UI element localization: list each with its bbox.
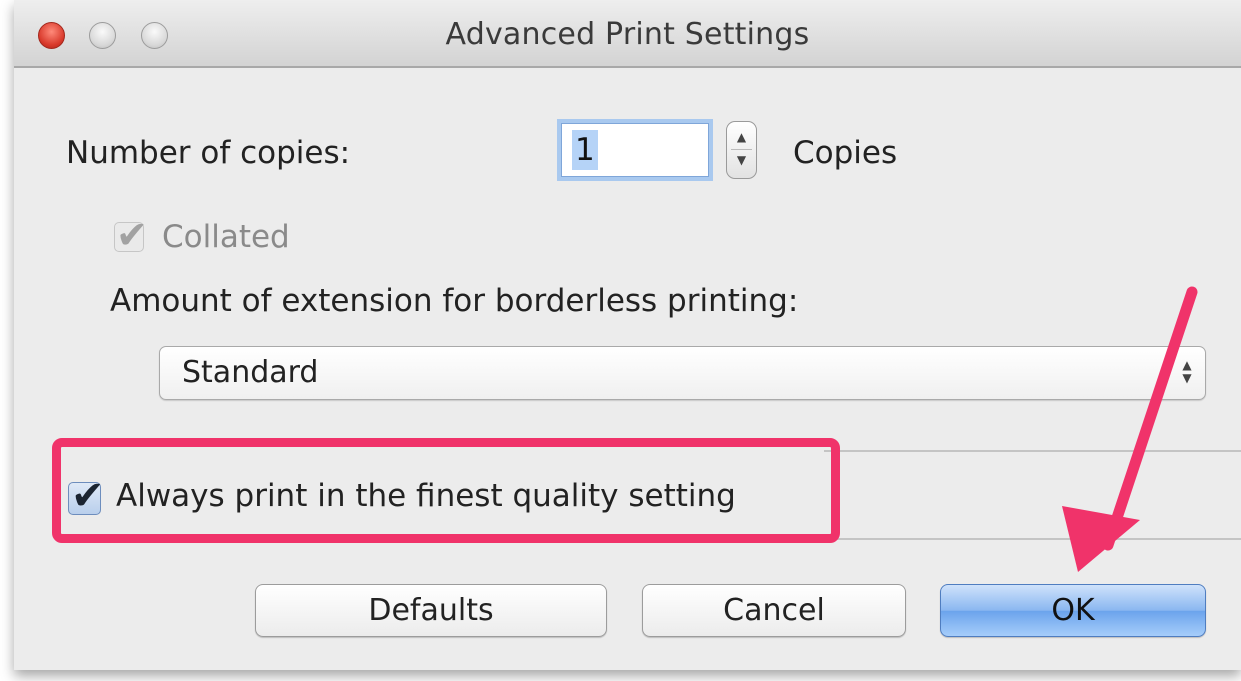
stepper-up-icon[interactable]: ▲	[727, 130, 756, 144]
collated-label: Collated	[162, 219, 290, 255]
separator-top	[824, 450, 1241, 452]
title-bar: Advanced Print Settings	[14, 0, 1241, 68]
stepper-down-icon[interactable]: ▼	[727, 153, 756, 167]
highlight-annotation-box	[52, 438, 840, 543]
copies-value: 1	[572, 130, 598, 170]
copies-unit-label: Copies	[793, 135, 898, 171]
extension-label: Amount of extension for borderless print…	[110, 283, 799, 319]
ok-button[interactable]: OK	[940, 584, 1206, 637]
print-settings-dialog: Advanced Print Settings Number of copies…	[14, 0, 1241, 670]
copies-input[interactable]: 1	[561, 123, 709, 177]
defaults-button[interactable]: Defaults	[255, 584, 607, 637]
select-down-icon: ▼	[1182, 371, 1192, 385]
cancel-button[interactable]: Cancel	[642, 584, 906, 637]
copies-label: Number of copies:	[66, 135, 351, 171]
window-title: Advanced Print Settings	[445, 17, 810, 52]
stepper-divider	[731, 149, 752, 150]
copies-stepper[interactable]: ▲ ▼	[726, 121, 757, 179]
checkmark-icon: ✔	[116, 213, 148, 257]
select-arrows-icon: ▲ ▼	[1179, 359, 1195, 385]
extension-select[interactable]: Standard ▲ ▼	[159, 346, 1206, 400]
collated-checkbox[interactable]: ✔	[114, 213, 148, 257]
separator-bottom	[824, 538, 1241, 540]
extension-selected-value: Standard	[182, 355, 319, 390]
stage: Advanced Print Settings Number of copies…	[0, 0, 1241, 681]
